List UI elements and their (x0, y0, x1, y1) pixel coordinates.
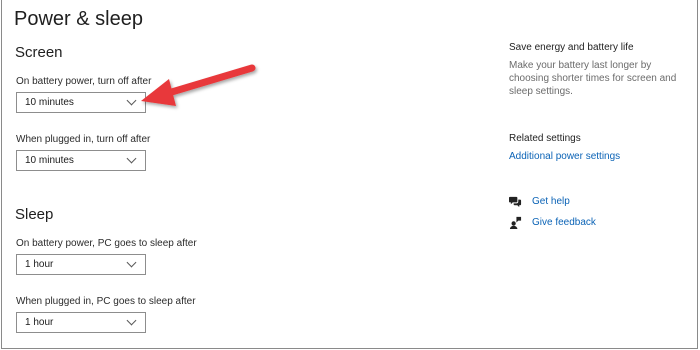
annotation-arrow-icon (141, 64, 256, 106)
